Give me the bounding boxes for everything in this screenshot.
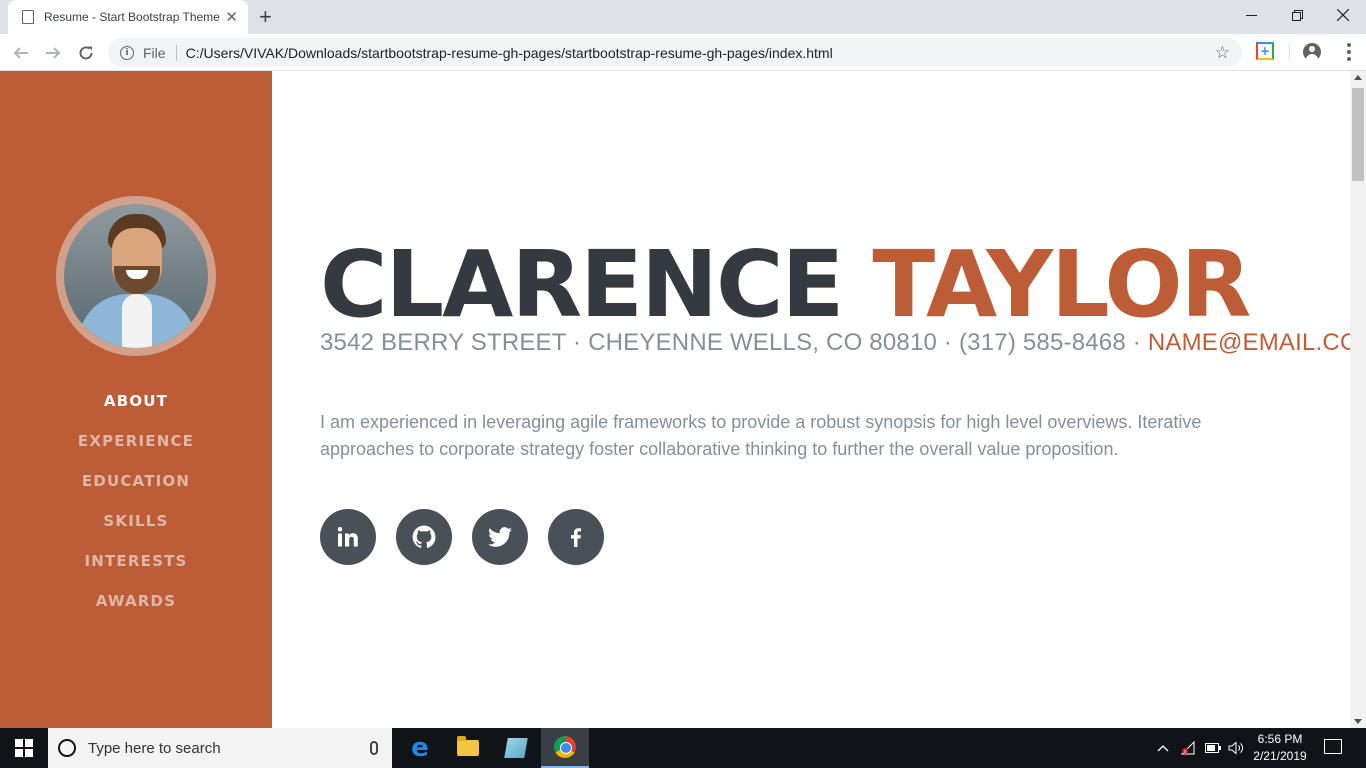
- new-tab-button[interactable]: +: [259, 4, 272, 30]
- scrollbar-thumb[interactable]: [1352, 88, 1364, 181]
- windows-taskbar: Type here to search e x 6:56 PM 2/21/201…: [0, 728, 1366, 768]
- extension-icon[interactable]: +: [1256, 42, 1274, 60]
- volume-icon[interactable]: [1228, 728, 1244, 768]
- nav-item-interests[interactable]: INTERESTS: [0, 541, 272, 581]
- sidebar-nav: ABOUT EXPERIENCE EDUCATION SKILLS INTERE…: [0, 381, 272, 621]
- first-name: CLARENCE: [320, 231, 844, 338]
- browser-tab[interactable]: Resume - Start Bootstrap Theme ✕: [8, 0, 248, 34]
- notes-app-icon[interactable]: [492, 728, 540, 768]
- last-name: TAYLOR: [872, 231, 1251, 338]
- forward-arrow-icon[interactable]: [40, 40, 66, 66]
- edge-app-icon[interactable]: e: [396, 728, 444, 768]
- chrome-app-icon[interactable]: [541, 728, 589, 768]
- browser-tab-bar: Resume - Start Bootstrap Theme ✕ +: [0, 0, 1366, 34]
- window-close-icon[interactable]: [1320, 0, 1366, 30]
- maximize-icon[interactable]: [1274, 0, 1320, 30]
- facebook-icon[interactable]: [548, 509, 604, 565]
- menu-kebab-icon[interactable]: [1339, 42, 1359, 62]
- email-link[interactable]: NAME@EMAIL.COM: [1148, 329, 1350, 356]
- scroll-up-icon[interactable]: [1354, 75, 1362, 80]
- tab-close-icon[interactable]: ✕: [225, 8, 238, 26]
- github-icon[interactable]: [396, 509, 452, 565]
- address-bar[interactable]: i File C:/Users/VIVAK/Downloads/startboo…: [108, 38, 1242, 67]
- file-explorer-icon[interactable]: [444, 728, 492, 768]
- nav-item-experience[interactable]: EXPERIENCE: [0, 421, 272, 461]
- search-placeholder: Type here to search: [88, 739, 221, 757]
- minimize-icon[interactable]: [1228, 0, 1274, 30]
- page-icon: [22, 10, 34, 24]
- taskbar-search-input[interactable]: Type here to search: [48, 728, 392, 768]
- nav-item-education[interactable]: EDUCATION: [0, 461, 272, 501]
- vertical-scrollbar[interactable]: [1350, 71, 1366, 728]
- page-title: CLARENCE TAYLOR: [320, 237, 1251, 333]
- taskbar-clock[interactable]: 6:56 PM 2/21/2019: [1248, 731, 1312, 765]
- tab-title: Resume - Start Bootstrap Theme: [44, 10, 220, 24]
- scheme-label: File: [143, 44, 177, 61]
- nav-item-awards[interactable]: AWARDS: [0, 581, 272, 621]
- battery-icon[interactable]: [1205, 728, 1221, 768]
- nav-item-skills[interactable]: SKILLS: [0, 501, 272, 541]
- bookmark-star-icon[interactable]: ☆: [1215, 43, 1230, 63]
- scroll-down-icon[interactable]: [1354, 719, 1362, 724]
- linkedin-icon[interactable]: [320, 509, 376, 565]
- clock-date: 2/21/2019: [1253, 749, 1307, 763]
- address-text: 3542 BERRY STREET · CHEYENNE WELLS, CO 8…: [320, 329, 1148, 356]
- action-center-icon[interactable]: [1324, 739, 1342, 754]
- cortana-icon[interactable]: [58, 739, 76, 757]
- reload-icon[interactable]: [73, 40, 99, 66]
- nav-item-about[interactable]: ABOUT: [0, 381, 272, 421]
- microphone-icon[interactable]: [370, 741, 378, 755]
- social-icons: [320, 509, 604, 565]
- clock-time: 6:56 PM: [1257, 732, 1303, 746]
- info-icon[interactable]: i: [120, 45, 134, 60]
- bio-text: I am experienced in leveraging agile fra…: [320, 412, 1202, 459]
- twitter-icon[interactable]: [472, 509, 528, 565]
- sidebar: ABOUT EXPERIENCE EDUCATION SKILLS INTERE…: [0, 71, 272, 728]
- profile-photo: [56, 196, 216, 356]
- profile-icon[interactable]: [1303, 43, 1321, 61]
- contact-line: 3542 BERRY STREET · CHEYENNE WELLS, CO 8…: [320, 329, 1350, 357]
- page-viewport: ABOUT EXPERIENCE EDUCATION SKILLS INTERE…: [0, 71, 1350, 728]
- show-hidden-icons-chevron-icon[interactable]: [1157, 728, 1169, 768]
- url-text[interactable]: C:/Users/VIVAK/Downloads/startbootstrap-…: [186, 45, 1215, 61]
- windows-start-icon[interactable]: [0, 728, 48, 768]
- browser-toolbar: i File C:/Users/VIVAK/Downloads/startboo…: [0, 34, 1366, 71]
- back-arrow-icon[interactable]: [8, 40, 34, 66]
- toolbar-divider: [1289, 44, 1290, 60]
- network-disconnected-icon[interactable]: x: [1180, 728, 1196, 768]
